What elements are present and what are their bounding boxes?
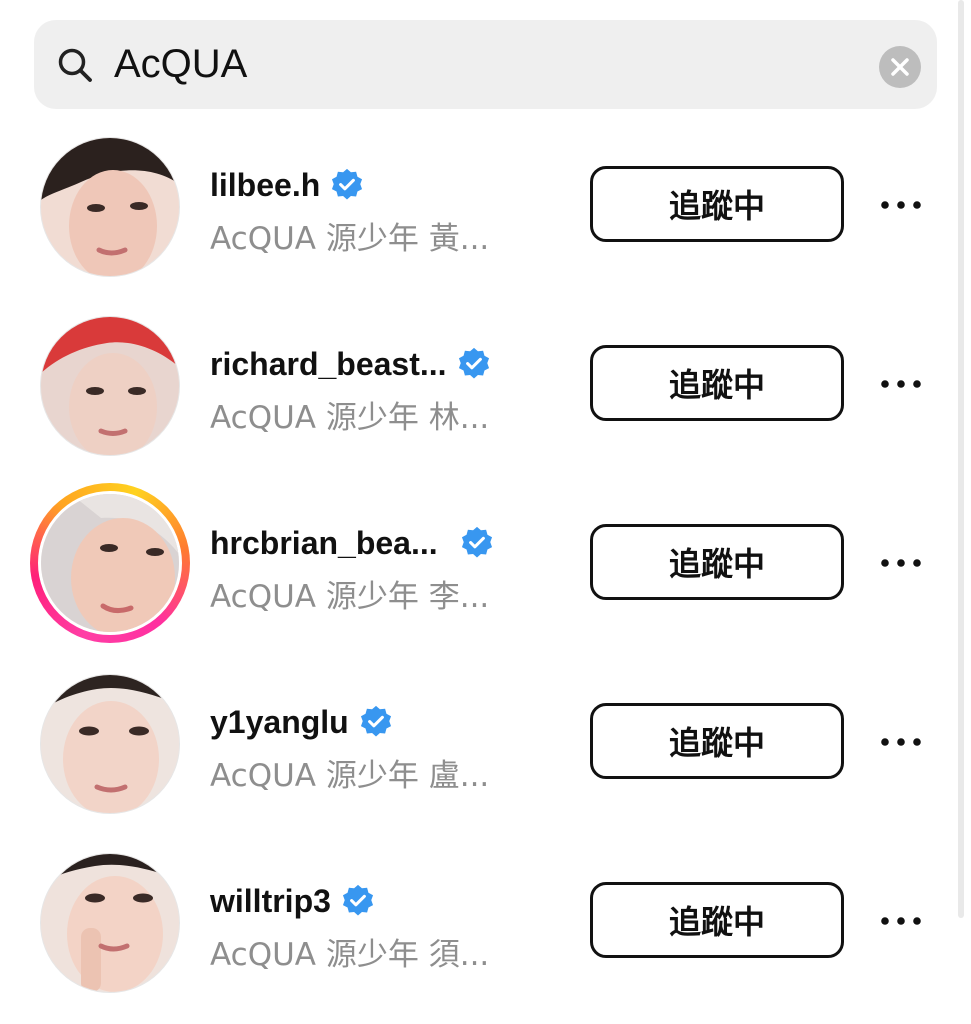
following-button[interactable]: 追蹤中 [590,166,844,242]
full-name-subtitle: AcQUA 源少年 黃... [210,221,490,257]
more-icon [881,559,921,567]
more-icon [881,917,921,925]
more-icon [881,738,921,746]
verified-badge-icon [360,705,391,737]
search-result-row[interactable]: hrcbrian_bea... AcQUA 源少年 李... 追蹤中 [0,483,971,643]
verified-badge-icon [342,884,373,916]
search-icon [56,46,96,91]
search-input[interactable] [114,36,854,92]
avatar[interactable] [40,137,180,277]
full-name-subtitle: AcQUA 源少年 須... [210,937,490,973]
search-bar [34,20,937,109]
clear-search-button[interactable] [879,46,921,88]
profile-photo [41,494,179,632]
username[interactable]: willtrip3 [210,883,331,920]
search-result-row[interactable]: y1yanglu AcQUA 源少年 盧... 追蹤中 [0,674,971,814]
more-icon [881,380,921,388]
scrollbar[interactable] [958,0,964,918]
username[interactable]: lilbee.h [210,167,320,204]
verified-badge-icon [461,526,492,558]
username[interactable]: y1yanglu [210,704,349,741]
more-options-button[interactable] [878,727,924,757]
search-result-row[interactable]: richard_beast... AcQUA 源少年 林... 追蹤中 [0,316,971,456]
avatar[interactable] [40,674,180,814]
following-button[interactable]: 追蹤中 [590,345,844,421]
full-name-subtitle: AcQUA 源少年 林... [210,400,490,436]
username[interactable]: richard_beast... [210,346,447,383]
more-options-button[interactable] [878,369,924,399]
following-button[interactable]: 追蹤中 [590,703,844,779]
profile-photo [41,317,179,455]
search-result-row[interactable]: lilbee.h AcQUA 源少年 黃... 追蹤中 [0,137,971,277]
avatar[interactable] [40,316,180,456]
search-result-row[interactable]: willtrip3 AcQUA 源少年 須... 追蹤中 [0,853,971,993]
more-options-button[interactable] [878,906,924,936]
following-button[interactable]: 追蹤中 [590,882,844,958]
verified-badge-icon [458,347,489,379]
full-name-subtitle: AcQUA 源少年 李... [210,579,490,615]
full-name-subtitle: AcQUA 源少年 盧... [210,758,490,794]
profile-photo [41,138,179,276]
more-options-button[interactable] [878,548,924,578]
profile-photo [41,675,179,813]
avatar-story-ring[interactable] [30,483,190,643]
avatar[interactable] [40,853,180,993]
profile-photo [41,854,179,992]
username[interactable]: hrcbrian_bea... [210,525,438,562]
more-options-button[interactable] [878,190,924,220]
more-icon [881,201,921,209]
following-button[interactable]: 追蹤中 [590,524,844,600]
verified-badge-icon [332,168,363,200]
